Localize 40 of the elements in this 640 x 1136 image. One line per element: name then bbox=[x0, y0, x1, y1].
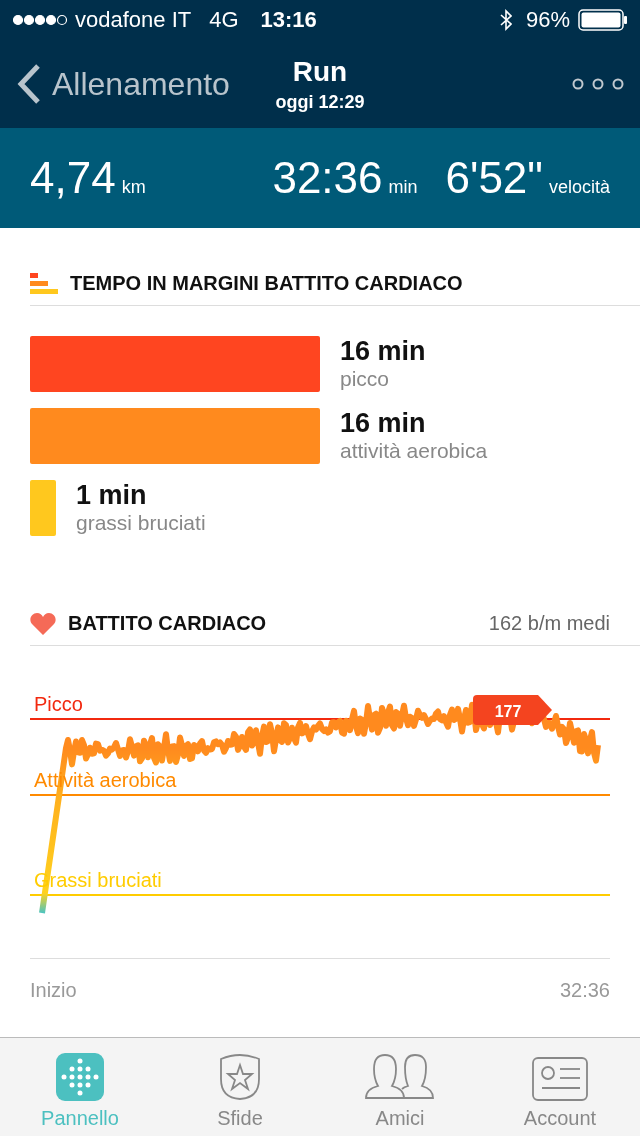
zone-time: 16 min bbox=[340, 408, 427, 439]
stat-unit: km bbox=[121, 177, 146, 198]
battery-icon bbox=[578, 9, 628, 31]
friends-icon bbox=[364, 1053, 436, 1101]
zones-icon bbox=[30, 272, 58, 295]
more-icon bbox=[572, 77, 624, 91]
zone-label: grassi bruciati bbox=[76, 511, 206, 535]
stat-value: 32:36 bbox=[272, 153, 383, 203]
section-title: BATTITO CARDIACO bbox=[68, 612, 267, 635]
zone-time: 1 min bbox=[76, 480, 148, 511]
carrier-name: vodafone IT bbox=[75, 7, 192, 33]
zone-label: attività aerobica bbox=[340, 439, 488, 463]
stat-unit: velocità bbox=[548, 177, 610, 198]
zone-time: 16 min bbox=[340, 336, 426, 367]
back-button[interactable]: Allenamento bbox=[16, 63, 246, 105]
stat-unit: min bbox=[388, 177, 418, 198]
screen-subtitle: oggi 12:29 bbox=[275, 91, 365, 113]
tab[interactable]: Pannello bbox=[0, 1038, 160, 1136]
stat-value: 6'52" bbox=[445, 153, 543, 203]
tab[interactable]: Account bbox=[480, 1038, 640, 1136]
axis-end-label: 32:36 bbox=[559, 979, 610, 1002]
average-heart-rate: 162 b/m medi bbox=[488, 612, 610, 635]
bluetooth-icon bbox=[499, 9, 512, 31]
zone-line-label: Picco bbox=[34, 693, 83, 715]
axis-start-label: Inizio bbox=[30, 979, 77, 1002]
tab[interactable]: Amici bbox=[320, 1038, 480, 1136]
clock-time: 13:16 bbox=[260, 7, 317, 33]
stat-value: 4,74 bbox=[30, 153, 116, 203]
heart-icon bbox=[30, 612, 56, 635]
signal-icon bbox=[13, 14, 67, 26]
chevron-left-icon bbox=[16, 63, 42, 105]
zone-label: picco bbox=[340, 367, 391, 391]
peak-badge: 177 bbox=[473, 695, 552, 725]
dots-logo-icon bbox=[56, 1053, 104, 1101]
battery-percent: 96% bbox=[525, 7, 570, 33]
network-type: 4G bbox=[209, 7, 239, 33]
id-card-icon bbox=[532, 1057, 588, 1101]
screen-title: Run bbox=[292, 55, 348, 88]
section-title: TEMPO IN MARGINI BATTITO CARDIACO bbox=[70, 272, 463, 295]
tab[interactable]: Sfide bbox=[160, 1038, 320, 1136]
